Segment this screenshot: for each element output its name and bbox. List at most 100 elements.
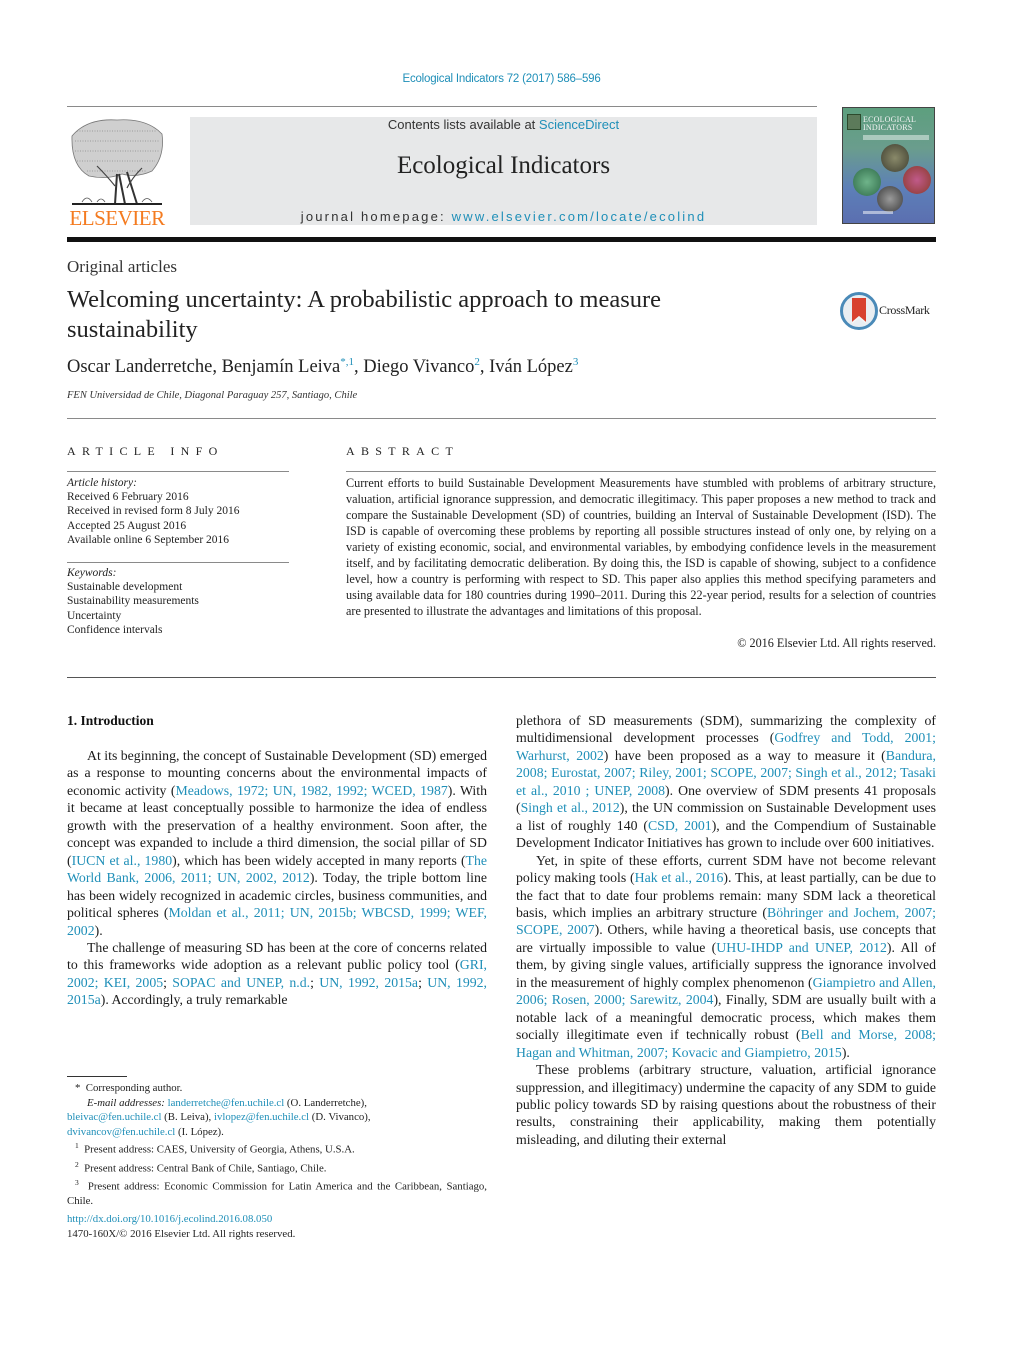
citation-link[interactable]: Singh et al., 2012 bbox=[521, 800, 620, 815]
author-affiliation: FEN Universidad de Chile, Diagonal Parag… bbox=[67, 390, 358, 401]
section-heading-introduction: 1. Introduction bbox=[67, 713, 154, 728]
paragraph-text: The challenge of measuring SD has been a… bbox=[67, 939, 487, 973]
body-paragraph: At its beginning, the concept of Sustain… bbox=[67, 747, 487, 939]
body-paragraph: plethora of SD measurements (SDM), summa… bbox=[516, 712, 936, 852]
footnote-text: Present address: CAES, University of Geo… bbox=[84, 1143, 355, 1156]
asterisk-marker: * bbox=[75, 1082, 86, 1094]
article-info-heading: ARTICLE INFO bbox=[67, 444, 224, 458]
paragraph-text: ; bbox=[418, 974, 428, 990]
paragraph-text: ). Accordingly, a truly remarkable bbox=[100, 992, 288, 1008]
contents-prefix: Contents lists available at bbox=[387, 117, 539, 132]
keyword-item: Sustainability measurements bbox=[67, 595, 199, 608]
divider bbox=[346, 471, 936, 472]
footnote-address: 3 Present address: Economic Commission f… bbox=[67, 1176, 487, 1209]
email-link[interactable]: dvivancov@fen.uchile.cl bbox=[67, 1126, 175, 1138]
contents-line: Contents lists available at ScienceDirec… bbox=[190, 117, 817, 132]
author-name[interactable]: Iván López bbox=[489, 357, 573, 377]
divider bbox=[67, 562, 289, 563]
citation-link[interactable]: UHU-IHDP and UNEP, 2012 bbox=[716, 940, 887, 955]
keywords: Keywords: Sustainable development Sustai… bbox=[67, 566, 292, 637]
article-history: Article history: Received 6 February 201… bbox=[67, 476, 292, 547]
cover-photo-green bbox=[853, 168, 881, 196]
keywords-label: Keywords: bbox=[67, 567, 117, 579]
cover-title-line2: INDICATORS bbox=[863, 123, 913, 132]
footnotes: * Corresponding author. E-mail addresses… bbox=[67, 1081, 487, 1209]
footnote-divider bbox=[67, 1076, 127, 1077]
email-owner: (I. López). bbox=[175, 1125, 224, 1138]
crossmark-icon[interactable] bbox=[840, 292, 878, 330]
paragraph-text: ; bbox=[163, 974, 173, 990]
body-column-left: At its beginning, the concept of Sustain… bbox=[67, 747, 487, 1009]
keyword-item: Confidence intervals bbox=[67, 623, 163, 636]
body-paragraph: These problems (arbitrary structure, val… bbox=[516, 1061, 936, 1148]
keyword-item: Uncertainty bbox=[67, 609, 122, 622]
body-column-right: plethora of SD measurements (SDM), summa… bbox=[516, 712, 936, 1148]
history-item: Received in revised form 8 July 2016 bbox=[67, 505, 240, 518]
email-link[interactable]: ivlopez@fen.uchile.cl bbox=[214, 1111, 309, 1123]
journal-cover-image[interactable]: ECOLOGICAL INDICATORS bbox=[842, 107, 935, 224]
article-history-label: Article history: bbox=[67, 477, 137, 489]
author-footnote-marker[interactable]: 2 bbox=[474, 356, 480, 368]
paragraph-text: ; bbox=[310, 974, 320, 990]
cover-photo-red bbox=[903, 166, 931, 194]
paragraph-text: These problems (arbitrary structure, val… bbox=[516, 1062, 936, 1147]
footnote-text: Present address: Economic Commission for… bbox=[67, 1180, 487, 1207]
footnote-number: 3 bbox=[75, 1177, 79, 1187]
sciencedirect-link[interactable]: ScienceDirect bbox=[539, 117, 619, 132]
author-list: Oscar Landerretche, Benjamín Leiva*,1, D… bbox=[67, 356, 579, 377]
author-name[interactable]: Oscar Landerretche bbox=[67, 357, 212, 377]
footnote-text: Present address: Central Bank of Chile, … bbox=[84, 1162, 327, 1175]
homepage-link[interactable]: www.elsevier.com/locate/ecolind bbox=[452, 209, 707, 224]
email-owner: (B. Leiva), bbox=[161, 1111, 214, 1124]
doi-block: http://dx.doi.org/10.1016/j.ecolind.2016… bbox=[67, 1212, 295, 1241]
citation-link[interactable]: CSD, 2001 bbox=[648, 818, 712, 833]
cover-publisher-icon bbox=[847, 114, 861, 130]
top-divider bbox=[67, 106, 817, 107]
elsevier-wordmark: ELSEVIER bbox=[69, 206, 165, 230]
doi-link[interactable]: http://dx.doi.org/10.1016/j.ecolind.2016… bbox=[67, 1213, 272, 1225]
paragraph-text: ). bbox=[841, 1044, 850, 1060]
author-footnote-marker[interactable]: 3 bbox=[573, 356, 579, 368]
issn-copyright: 1470-160X/© 2016 Elsevier Ltd. All right… bbox=[67, 1227, 296, 1240]
crossmark-label[interactable]: CrossMark bbox=[879, 303, 930, 318]
masthead-thick-divider bbox=[67, 237, 936, 242]
cover-photo-gray bbox=[877, 186, 903, 212]
abstract-heading: ABSTRACT bbox=[346, 444, 460, 458]
footnote-number: 2 bbox=[75, 1159, 79, 1169]
article-section-label: Original articles bbox=[67, 257, 177, 276]
journal-name: Ecological Indicators bbox=[396, 152, 611, 179]
email-label: E-mail addresses: bbox=[87, 1096, 165, 1109]
journal-reference[interactable]: Ecological Indicators 72 (2017) 586–596 bbox=[0, 73, 1003, 85]
email-link[interactable]: landerretche@fen.uchile.cl bbox=[168, 1097, 285, 1109]
citation-link[interactable]: UN, 1992, 2015a bbox=[319, 975, 418, 990]
footnote-emails-cont: bleivac@fen.uchile.cl (B. Leiva), ivlope… bbox=[67, 1110, 487, 1125]
citation-link[interactable]: Meadows, 1972; UN, 1982, 1992; WCED, 198… bbox=[175, 783, 447, 798]
divider bbox=[67, 677, 936, 678]
homepage-prefix: journal homepage: bbox=[300, 209, 452, 224]
citation-link[interactable]: SOPAC and UNEP, n.d. bbox=[172, 975, 310, 990]
email-owner: (O. Landerretche), bbox=[284, 1096, 367, 1109]
paragraph-text: ), which has been widely accepted in man… bbox=[172, 852, 466, 868]
author-name[interactable]: Benjamín Leiva bbox=[222, 357, 341, 377]
history-item: Received 6 February 2016 bbox=[67, 491, 189, 504]
email-owner: (D. Vivanco), bbox=[309, 1111, 371, 1124]
footnote-emails: E-mail addresses: landerretche@fen.uchil… bbox=[67, 1096, 487, 1111]
citation-link[interactable]: Hak et al., 2016 bbox=[635, 870, 724, 885]
divider bbox=[67, 418, 936, 419]
footnote-number: 1 bbox=[75, 1141, 79, 1151]
history-item: Available online 6 September 2016 bbox=[67, 533, 230, 546]
paragraph-text: ). bbox=[94, 922, 103, 938]
keyword-item: Sustainable development bbox=[67, 581, 183, 594]
citation-link[interactable]: IUCN et al., 1980 bbox=[72, 853, 173, 868]
cover-title: ECOLOGICAL INDICATORS bbox=[863, 116, 916, 132]
divider bbox=[67, 471, 289, 472]
email-link[interactable]: bleivac@fen.uchile.cl bbox=[67, 1111, 161, 1123]
article-title: Welcoming uncertainty: A probabilistic a… bbox=[67, 286, 662, 343]
journal-homepage: journal homepage: www.elsevier.com/locat… bbox=[190, 209, 817, 224]
footnote-address: 1 Present address: CAES, University of G… bbox=[67, 1139, 487, 1157]
body-paragraph: Yet, in spite of these efforts, current … bbox=[516, 852, 936, 1061]
author-footnote-marker[interactable]: *,1 bbox=[340, 356, 354, 368]
abstract-copyright: © 2016 Elsevier Ltd. All rights reserved… bbox=[737, 636, 936, 650]
footnote-emails-cont: dvivancov@fen.uchile.cl (I. López). bbox=[67, 1125, 487, 1140]
author-name[interactable]: Diego Vivanco bbox=[363, 357, 474, 377]
